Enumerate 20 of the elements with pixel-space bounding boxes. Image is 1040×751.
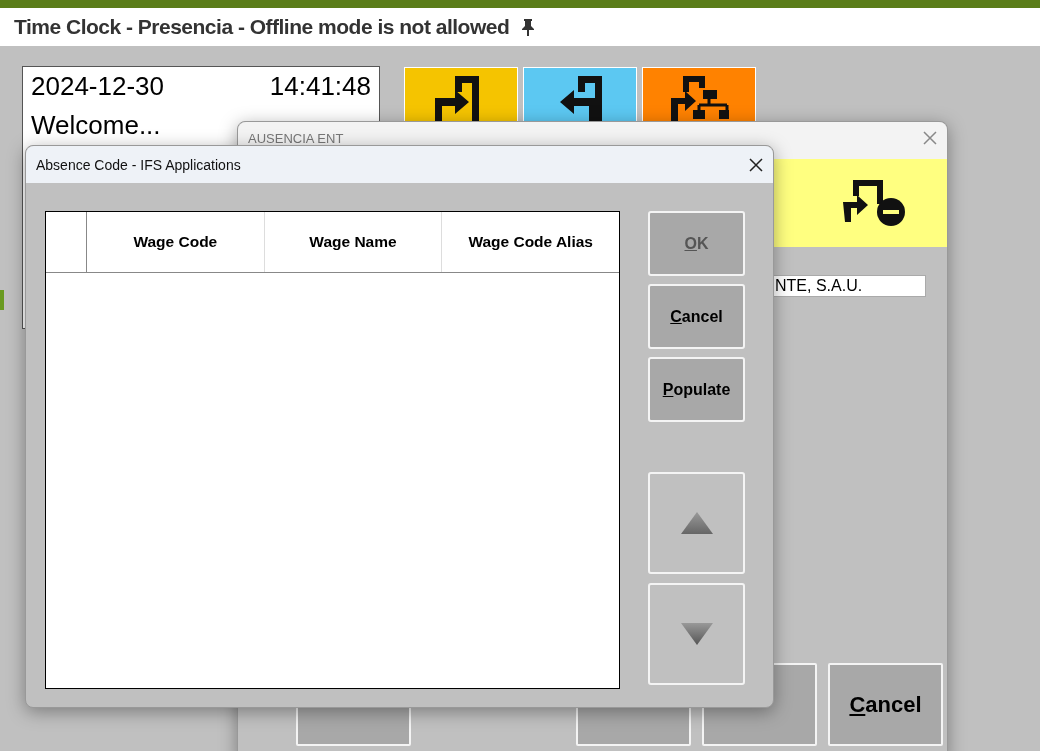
column-header[interactable]: Wage Code Alias [442,212,619,272]
network-transfer-icon [669,74,729,122]
down-arrow-icon [680,623,713,645]
pin-icon[interactable] [521,18,536,36]
up-arrow-icon [680,512,713,534]
scroll-down-button[interactable] [648,583,745,685]
scroll-up-button[interactable] [648,472,745,574]
window-title: Time Clock - Presencia - Offline mode is not allowed [14,15,510,39]
cancel-button[interactable]: Cancel [828,663,943,746]
close-icon[interactable] [749,157,763,172]
company-field[interactable]: NTE, S.A.U. [772,275,926,297]
populate-button[interactable]: Populate [648,357,745,422]
dialog-title: AUSENCIA ENT [248,131,344,146]
cancel-button[interactable]: Cancel [648,284,745,349]
time-text: 14:41:48 [269,71,371,102]
column-header[interactable]: Wage Code [87,212,265,272]
welcome-text: Welcome... [31,110,161,140]
column-header[interactable]: Wage Name [264,212,443,272]
dialog-title: Absence Code - IFS Applications [36,156,241,173]
date-text: 2024-12-30 [31,71,164,102]
